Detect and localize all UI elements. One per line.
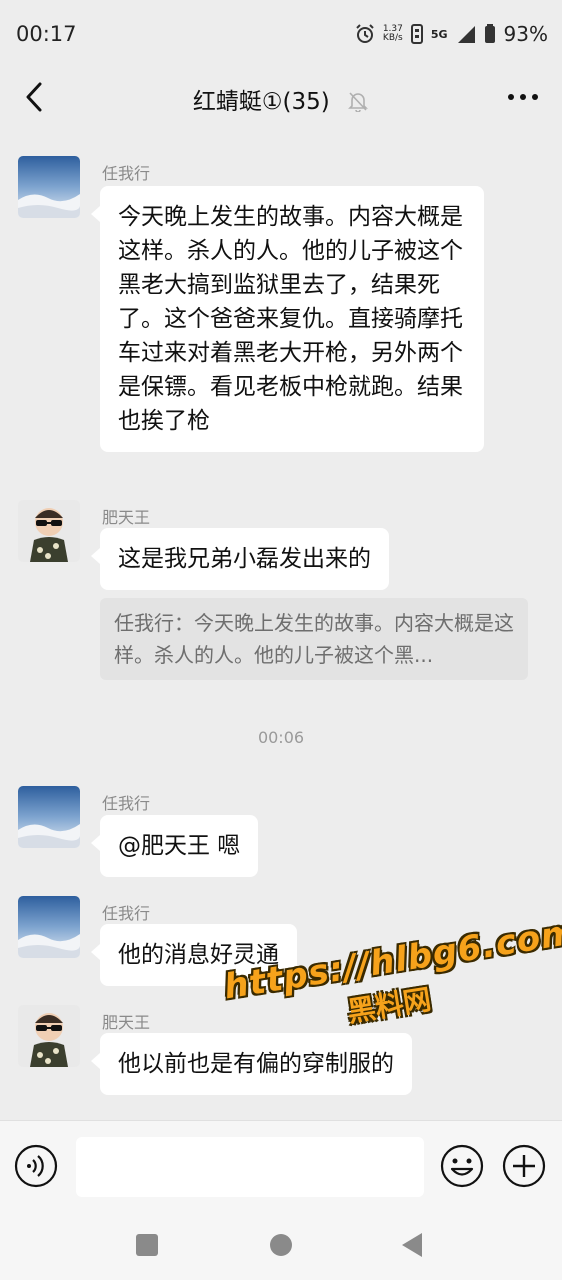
quoted-message[interactable]: 任我行：今天晚上发生的故事。内容大概是这样。杀人的人。他的儿子被这个黑... [100, 598, 528, 680]
sky-avatar-icon [18, 896, 80, 958]
sender-name: 任我行 [102, 164, 151, 183]
nav-back-icon[interactable] [402, 1233, 422, 1257]
message-bubble[interactable]: 这是我兄弟小磊发出来的 [91, 528, 389, 590]
input-bar [0, 1120, 562, 1213]
alarm-icon [356, 24, 374, 43]
emoji-icon[interactable] [440, 1144, 484, 1188]
sim-icon [410, 24, 423, 44]
system-nav-bar [0, 1212, 562, 1280]
signal-icon [457, 26, 475, 43]
chat-title: 红蜻蜓①(35) [0, 82, 562, 116]
avatar[interactable] [18, 896, 80, 958]
more-icon[interactable] [506, 82, 540, 112]
baby-avatar-icon [18, 500, 80, 562]
avatar[interactable] [18, 500, 80, 562]
recent-apps-icon[interactable] [136, 1234, 158, 1256]
group-name: 红蜻蜓①(35) [192, 89, 330, 115]
sender-name: 肥天王 [102, 508, 151, 527]
avatar[interactable] [18, 786, 80, 848]
message-bubble[interactable]: 今天晚上发生的故事。内容大概是这样。杀人的人。他的儿子被这个黑老大搞到监狱里去了… [91, 186, 484, 452]
watermark-label: 黑料网 [345, 982, 434, 1029]
message-input[interactable] [76, 1137, 424, 1197]
sender-name: 任我行 [102, 904, 151, 923]
status-time: 00:17 [16, 22, 77, 46]
avatar[interactable] [18, 1005, 80, 1067]
status-icons: 1.37 KB/s 5G 93% [355, 22, 548, 46]
voice-icon[interactable] [14, 1144, 58, 1188]
net-speed-unit: KB/s [382, 33, 403, 43]
mute-bell-icon [348, 92, 369, 112]
message-bubble[interactable]: 他以前也是有偏的穿制服的 [91, 1033, 412, 1095]
battery-icon [484, 24, 495, 43]
chat-timestamp: 00:06 [257, 728, 305, 747]
baby-avatar-icon [18, 1005, 80, 1067]
plus-icon[interactable] [502, 1144, 546, 1188]
message-bubble[interactable]: @肥天王 嗯 [90, 815, 259, 877]
sender-name: 肥天王 [102, 1013, 151, 1032]
home-icon[interactable] [270, 1234, 292, 1256]
avatar[interactable] [18, 156, 80, 218]
sky-avatar-icon [18, 156, 80, 218]
chat-header: 红蜻蜓①(35) [0, 70, 562, 128]
battery-level: 93% [503, 22, 548, 46]
message-bubble[interactable]: 他的消息好灵通 [91, 924, 297, 986]
status-bar: 00:17 1.37 KB/s 5G 93% [0, 0, 562, 70]
net-speed: 1.37 KB/s [383, 25, 403, 43]
sender-name: 任我行 [102, 794, 151, 813]
network-type: 5G [430, 27, 448, 41]
sky-avatar-icon [18, 786, 80, 848]
